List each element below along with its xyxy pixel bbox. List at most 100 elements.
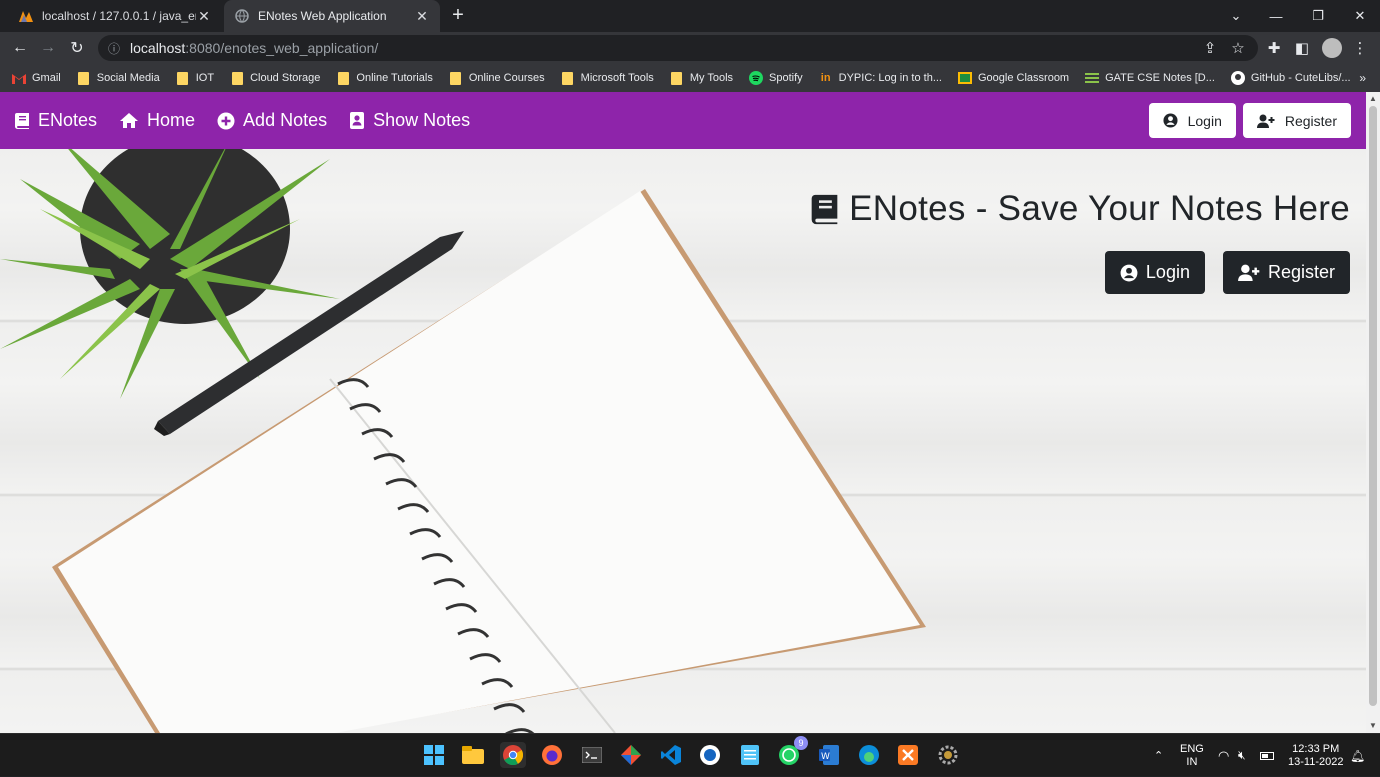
notepad-icon[interactable] bbox=[737, 742, 763, 768]
hero-register-button[interactable]: Register bbox=[1222, 251, 1350, 294]
close-tab-icon[interactable]: ✕ bbox=[196, 8, 212, 25]
nav-show-notes-label: Show Notes bbox=[373, 110, 471, 130]
nav-home[interactable]: Home bbox=[119, 110, 195, 131]
bookmark-dypic[interactable]: in DYPIC: Log in to th... bbox=[819, 71, 942, 85]
notion-icon[interactable] bbox=[697, 742, 723, 768]
clock-date: 13-11-2022 bbox=[1288, 755, 1344, 768]
tab-title: ENotes Web Application bbox=[258, 9, 387, 23]
word-icon[interactable]: W bbox=[816, 742, 842, 768]
tab-phpmyadmin[interactable]: localhost / 127.0.0.1 / java_enote ✕ bbox=[8, 0, 222, 32]
share-icon[interactable]: ⇪ bbox=[1196, 32, 1224, 64]
bookmark-online-tutorials[interactable]: Online Tutorials bbox=[336, 71, 433, 85]
back-icon[interactable]: ← bbox=[6, 32, 34, 64]
gmail-icon bbox=[12, 71, 26, 85]
menu-icon[interactable]: ⋮ bbox=[1346, 32, 1374, 64]
start-icon[interactable] bbox=[421, 742, 447, 768]
whatsapp-icon[interactable]: 9 bbox=[776, 736, 808, 768]
xampp-icon[interactable] bbox=[895, 742, 921, 768]
address-bar[interactable]: ⓘ localhost :8080/enotes_web_application… bbox=[98, 35, 1258, 61]
wifi-icon[interactable]: ◠ bbox=[1218, 734, 1229, 777]
notes-icon bbox=[1085, 71, 1100, 85]
nav-add-notes[interactable]: Add Notes bbox=[217, 110, 327, 131]
restore-icon[interactable]: ❐ bbox=[1298, 0, 1338, 32]
language-indicator[interactable]: ENG IN bbox=[1180, 734, 1204, 777]
nav-register-label: Register bbox=[1284, 112, 1337, 129]
notification-icon[interactable]: 🔔︎ bbox=[1350, 734, 1365, 777]
folder-icon bbox=[176, 71, 190, 85]
bookmark-my-tools[interactable]: My Tools bbox=[670, 71, 733, 85]
dypic-icon: in bbox=[820, 72, 831, 84]
folder-icon bbox=[336, 71, 350, 85]
terminal-icon[interactable] bbox=[579, 742, 605, 768]
tab-search-icon[interactable]: ⌄ bbox=[1216, 0, 1256, 32]
clock[interactable]: 12:33 PM 13-11-2022 bbox=[1288, 734, 1343, 777]
bookmark-iot[interactable]: IOT bbox=[176, 71, 214, 85]
forward-icon[interactable]: → bbox=[34, 32, 62, 64]
scroll-down-icon[interactable]: ▼ bbox=[1366, 719, 1380, 733]
address-book-icon bbox=[349, 111, 365, 130]
info-icon[interactable]: ⓘ bbox=[108, 40, 120, 57]
windows-taskbar: 9 W ⌃ ENG IN ◠ 🔇︎ 12:33 PM 13-11-2022 🔔︎ bbox=[0, 733, 1380, 776]
reload-icon[interactable]: ↻ bbox=[63, 32, 91, 64]
brand-link[interactable]: ENotes bbox=[14, 110, 97, 131]
nav-login-label: Login bbox=[1187, 112, 1222, 129]
scroll-up-icon[interactable]: ▲ bbox=[1366, 92, 1380, 106]
nav-login-button[interactable]: Login bbox=[1148, 103, 1236, 138]
bookmark-microsoft-tools[interactable]: Microsoft Tools bbox=[561, 71, 654, 85]
whatsapp-badge: 9 bbox=[794, 736, 808, 750]
bookmark-spotify[interactable]: Spotify bbox=[749, 71, 803, 85]
folder-icon bbox=[230, 71, 244, 85]
nav-register-button[interactable]: Register bbox=[1242, 103, 1351, 138]
web-page: ENotes Home Add Notes Show Notes Login R… bbox=[0, 92, 1366, 733]
nav-home-label: Home bbox=[147, 110, 196, 130]
book-icon bbox=[14, 112, 30, 130]
git-icon[interactable] bbox=[618, 742, 644, 768]
folder-icon bbox=[77, 71, 91, 85]
minimize-icon[interactable]: — bbox=[1256, 0, 1296, 32]
vscode-icon[interactable] bbox=[658, 742, 684, 768]
scrollbar-thumb[interactable] bbox=[1369, 106, 1377, 706]
close-tab-icon[interactable]: ✕ bbox=[414, 8, 430, 25]
extensions-icon[interactable]: ✚ bbox=[1260, 32, 1288, 64]
brand-label: ENotes bbox=[38, 110, 98, 130]
firefox-icon[interactable] bbox=[539, 742, 565, 768]
phpmyadmin-icon bbox=[18, 8, 34, 24]
bookmark-gmail[interactable]: Gmail bbox=[12, 71, 61, 85]
user-circle-icon bbox=[1120, 264, 1138, 282]
nav-add-notes-label: Add Notes bbox=[243, 110, 328, 130]
home-icon bbox=[119, 112, 139, 129]
new-tab-button[interactable]: + bbox=[448, 4, 468, 28]
chrome-icon[interactable] bbox=[500, 742, 526, 768]
bookmark-gate-cse-notes[interactable]: GATE CSE Notes [D... bbox=[1085, 71, 1215, 85]
hero-title: ENotes - Save Your Notes Here bbox=[808, 189, 1350, 229]
show-hidden-icons[interactable]: ⌃ bbox=[1154, 734, 1163, 777]
hero-section: ENotes - Save Your Notes Here Login Regi… bbox=[0, 149, 1366, 733]
bookmark-star-icon[interactable]: ☆ bbox=[1224, 32, 1252, 64]
spotify-icon bbox=[749, 71, 764, 85]
hero-login-button[interactable]: Login bbox=[1104, 251, 1205, 294]
bookmarks-bar: Gmail Social Media IOT Cloud Storage Onl… bbox=[0, 64, 1380, 92]
clock-time: 12:33 PM bbox=[1292, 742, 1340, 755]
bookmark-social-media[interactable]: Social Media bbox=[77, 71, 160, 85]
bookmark-github[interactable]: GitHub - CuteLibs/... bbox=[1230, 71, 1351, 85]
volume-muted-icon[interactable]: 🔇︎ bbox=[1238, 734, 1246, 777]
hero-background-image bbox=[0, 149, 926, 733]
hero-login-label: Login bbox=[1145, 262, 1190, 282]
edge-icon[interactable] bbox=[856, 742, 882, 768]
tab-strip: localhost / 127.0.0.1 / java_enote ✕ ENo… bbox=[0, 0, 1380, 32]
battery-icon[interactable] bbox=[1260, 734, 1274, 777]
bookmark-google-classroom[interactable]: Google Classroom bbox=[958, 71, 1069, 85]
bookmarks-overflow-button[interactable]: » bbox=[1359, 64, 1366, 92]
nav-show-notes[interactable]: Show Notes bbox=[349, 110, 470, 131]
bookmark-cloud-storage[interactable]: Cloud Storage bbox=[230, 71, 320, 85]
bookmark-online-courses[interactable]: Online Courses bbox=[449, 71, 545, 85]
page-scrollbar[interactable]: ▲ ▼ bbox=[1366, 92, 1380, 733]
profile-avatar[interactable] bbox=[1318, 32, 1346, 64]
settings-icon[interactable] bbox=[935, 742, 961, 768]
close-window-icon[interactable]: ✕ bbox=[1340, 0, 1380, 32]
side-panel-icon[interactable]: ◧ bbox=[1288, 32, 1316, 64]
file-explorer-icon[interactable] bbox=[460, 742, 486, 768]
browser-toolbar: ← → ↻ ⓘ localhost :8080/enotes_web_appli… bbox=[0, 32, 1380, 64]
folder-icon bbox=[670, 71, 684, 85]
tab-enotes[interactable]: ENotes Web Application ✕ bbox=[224, 0, 440, 32]
